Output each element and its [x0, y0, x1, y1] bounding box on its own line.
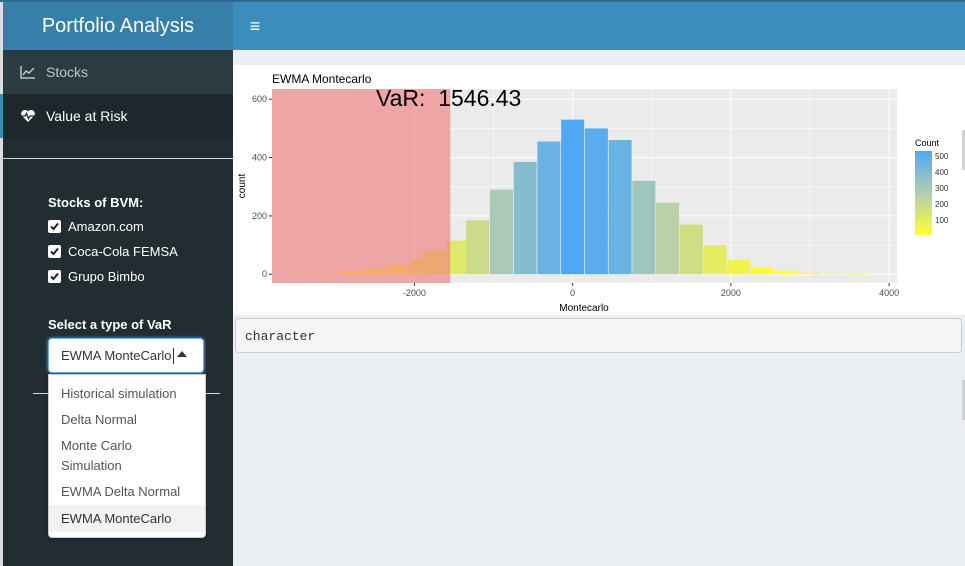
checkbox-label: Coca-Cola FEMSA	[68, 244, 178, 259]
histogram-bar	[632, 180, 656, 275]
y-tick-label: 0	[262, 269, 267, 279]
sidebar: Stocks Value at Risk Stocks of BVM: Amaz…	[0, 50, 233, 566]
sidebar-item-stocks[interactable]: Stocks	[3, 50, 233, 94]
histogram-bar	[845, 273, 869, 275]
histogram-bar	[584, 128, 608, 275]
dropdown-option-delta-normal[interactable]: Delta Normal	[49, 410, 205, 430]
stocks-label: Stocks of BVM:	[48, 195, 144, 210]
checkbox-grupo-bimbo[interactable]: Grupo Bimbo	[48, 269, 145, 284]
active-indicator	[0, 94, 3, 138]
var-histogram-plot: EWMA Montecarlo VaR: 1546.43 count Monte…	[233, 65, 965, 315]
x-tick-label: -2000	[403, 288, 426, 298]
var-region-shade	[272, 89, 451, 283]
histogram-bar	[679, 224, 703, 275]
top-navbar: ≡	[233, 2, 965, 50]
y-tick-label: 600	[252, 94, 267, 104]
var-annotation: VaR: 1546.43	[376, 85, 521, 111]
x-axis-label: Montecarlo	[559, 303, 609, 314]
histogram-bar	[727, 259, 751, 275]
histogram-bar	[489, 189, 513, 275]
verbatim-output: character	[235, 318, 962, 353]
dropdown-option-historical-simulation[interactable]: Historical simulation	[49, 384, 205, 404]
histogram-bar	[561, 119, 585, 275]
legend-label: 300	[935, 184, 949, 193]
var-type-select[interactable]: EWMA MonteCarlo	[48, 338, 204, 373]
histogram-bar	[751, 266, 775, 275]
dropdown-option-monte-carlo-simulation[interactable]: Monte Carlo Simulation	[49, 436, 205, 476]
checkbox-checked-icon[interactable]	[48, 220, 61, 233]
sidebar-divider	[3, 158, 233, 159]
histogram-bar	[703, 245, 727, 275]
legend-label: 200	[935, 200, 949, 209]
x-tick-label: 4000	[879, 288, 899, 298]
select-value: EWMA MonteCarlo	[61, 348, 172, 363]
histogram-bar	[466, 220, 490, 275]
y-tick-label: 200	[252, 211, 267, 221]
sidebar-item-label: Stocks	[46, 64, 89, 80]
app-title[interactable]: Portfolio Analysis	[3, 2, 233, 50]
app-window: Portfolio Analysis ≡ Stocks Value at Ris…	[0, 0, 965, 566]
checkbox-checked-icon[interactable]	[48, 245, 61, 258]
chevron-up-icon[interactable]	[177, 351, 187, 357]
chart-title: EWMA Montecarlo	[272, 72, 372, 86]
legend-label: 500	[935, 152, 949, 161]
histogram-bar	[822, 273, 846, 275]
x-tick-label: 0	[570, 288, 575, 298]
dropdown-option-ewma-montecarlo[interactable]: EWMA MonteCarlo	[49, 505, 205, 532]
legend-colorbar	[915, 151, 932, 235]
sidebar-item-label: Value at Risk	[46, 108, 128, 124]
sidebar-item-value-at-risk[interactable]: Value at Risk	[0, 94, 233, 138]
checkbox-amazon[interactable]: Amazon.com	[48, 219, 144, 234]
histogram-bar	[656, 202, 680, 275]
histogram-bar	[608, 140, 632, 275]
dropdown-option-ewma-delta-normal[interactable]: EWMA Delta Normal	[49, 482, 205, 502]
heartbeat-icon	[20, 108, 36, 124]
y-tick-label: 400	[252, 153, 267, 163]
sidebar-toggle-icon[interactable]: ≡	[243, 14, 267, 38]
var-type-label: Select a type of VaR	[48, 317, 172, 332]
var-type-dropdown: Historical simulation Delta Normal Monte…	[48, 374, 206, 538]
checkbox-label: Amazon.com	[68, 219, 144, 234]
checkbox-label: Grupo Bimbo	[68, 269, 145, 284]
histogram-chart: EWMA Montecarlo VaR: 1546.43 count Monte…	[237, 72, 949, 314]
x-tick-label: 2000	[721, 288, 741, 298]
legend-label: 100	[935, 216, 949, 225]
text-cursor	[172, 347, 174, 364]
legend-label: 400	[935, 168, 949, 177]
legend-title: Count	[915, 138, 940, 148]
y-axis-label: count	[237, 174, 248, 199]
checkbox-coca-cola-femsa[interactable]: Coca-Cola FEMSA	[48, 244, 178, 259]
line-chart-icon	[20, 64, 36, 80]
histogram-bar	[537, 141, 561, 275]
histogram-bar	[774, 270, 798, 275]
histogram-bar	[798, 272, 822, 275]
histogram-bar	[513, 161, 537, 275]
checkbox-checked-icon[interactable]	[48, 270, 61, 283]
main-content: EWMA Montecarlo VaR: 1546.43 count Monte…	[233, 50, 965, 566]
